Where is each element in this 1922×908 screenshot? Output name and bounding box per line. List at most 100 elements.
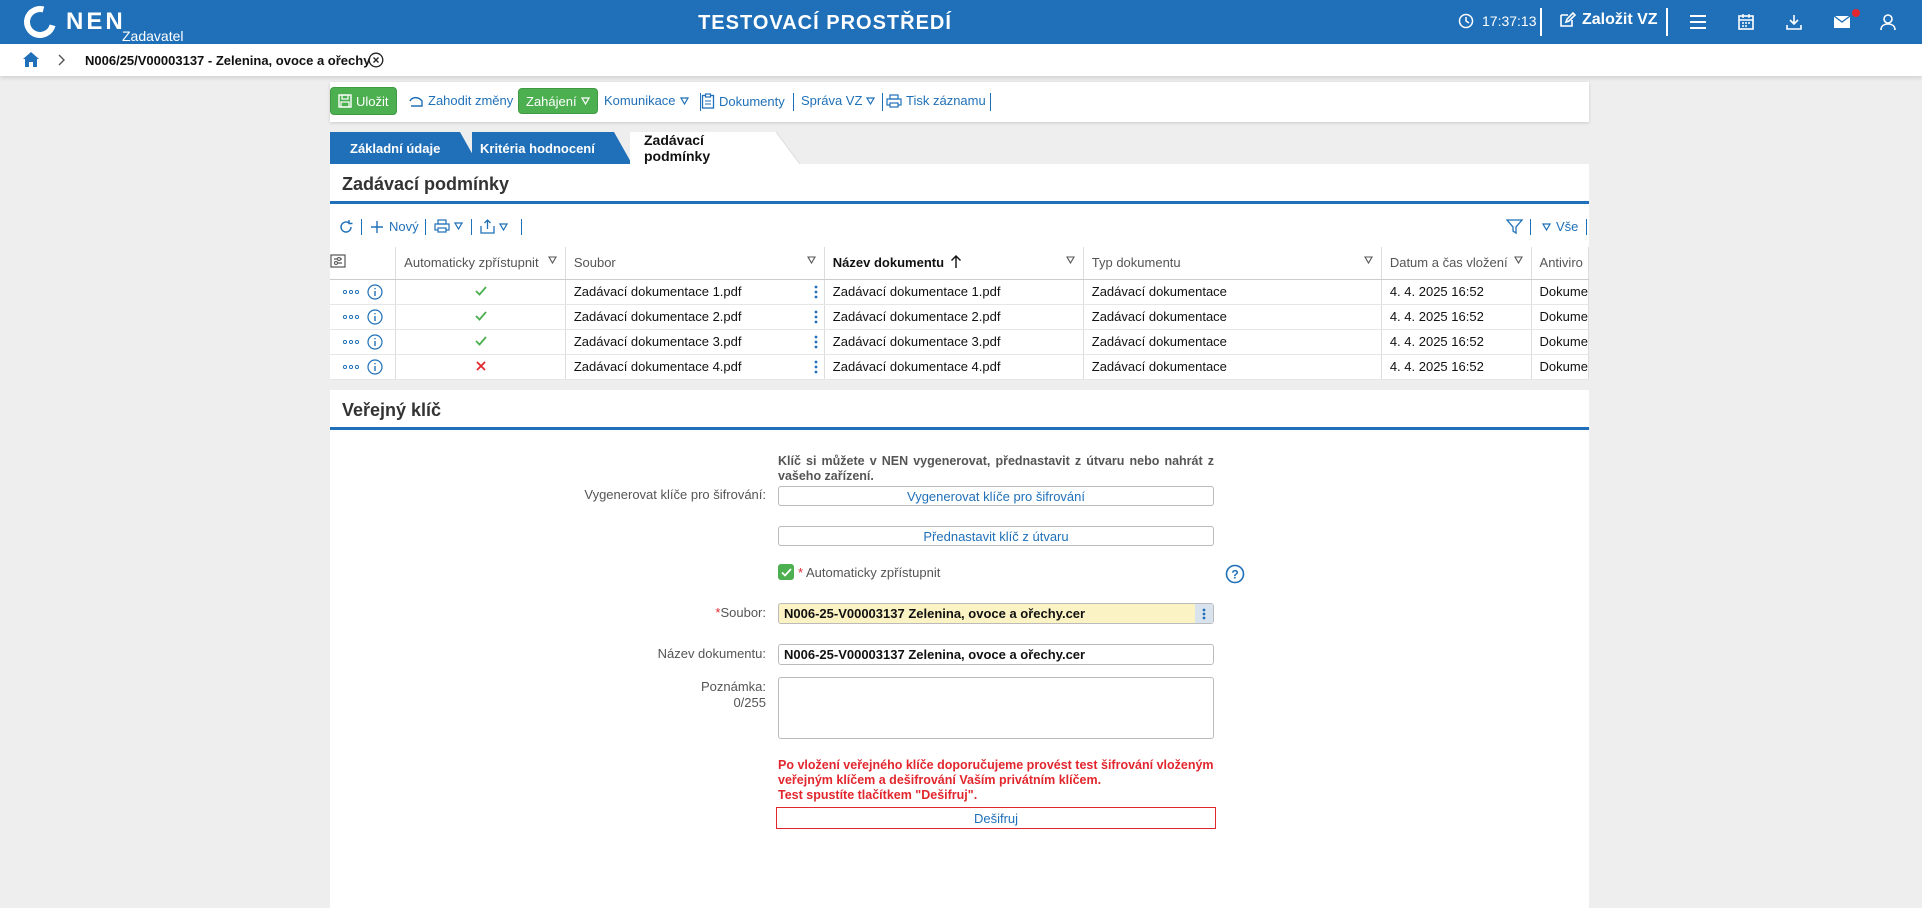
cell-menu-icon[interactable] xyxy=(814,310,818,324)
column-header-doc-name[interactable]: Název dokumentu xyxy=(824,247,1084,280)
document-name-cell: Zadávací dokumentace 3.pdf xyxy=(824,329,1084,355)
close-icon[interactable] xyxy=(368,52,384,71)
more-actions-icon[interactable] xyxy=(342,314,359,319)
filter-icon[interactable] xyxy=(1506,219,1523,235)
calendar-icon[interactable] xyxy=(1736,12,1756,32)
share-icon xyxy=(480,219,495,234)
more-actions-icon[interactable] xyxy=(342,289,359,294)
generate-keys-button[interactable]: Vygenerovat klíče pro šifrování xyxy=(778,486,1214,506)
cell-menu-icon[interactable] xyxy=(814,360,818,374)
info-icon[interactable] xyxy=(366,358,383,375)
caret-down-icon xyxy=(679,96,689,105)
save-label: Uložit xyxy=(356,93,389,109)
breadcrumb-current[interactable]: N006/25/V00003137 - Zelenina, ovoce a oř… xyxy=(85,53,370,68)
create-tender-label: Založit VZ xyxy=(1582,11,1658,28)
row-actions xyxy=(330,279,397,305)
document-name-cell: Zadávací dokumentace 4.pdf xyxy=(824,354,1084,380)
print-record-button[interactable]: Tisk záznamu xyxy=(886,93,986,108)
column-settings-icon xyxy=(330,254,346,268)
caret-down-icon xyxy=(1542,222,1551,231)
table-row[interactable]: Zadávací dokumentace 4.pdf Zadávací dokum… xyxy=(330,354,1590,380)
antivirus-cell: Dokume xyxy=(1531,304,1590,330)
clock-time: 17:37:13 xyxy=(1482,13,1537,29)
top-bar: NEN Zadavatel TESTOVACÍ PROSTŘEDÍ 17:37:… xyxy=(0,0,1922,44)
date-cell: 4. 4. 2025 16:52 xyxy=(1381,304,1532,330)
file-cell[interactable]: Zadávací dokumentace 4.pdf xyxy=(565,354,825,380)
section-heading: Zadávací podmínky xyxy=(330,164,1589,204)
info-icon[interactable] xyxy=(366,283,383,300)
documents-button[interactable]: Dokumenty xyxy=(701,93,785,109)
management-dropdown[interactable]: Správa VZ xyxy=(801,93,879,108)
refresh-icon[interactable] xyxy=(338,219,354,235)
column-filter-icon[interactable] xyxy=(1065,256,1075,264)
more-actions-icon[interactable] xyxy=(342,339,359,344)
plus-icon xyxy=(371,220,383,233)
tab-basic-data[interactable]: Základní údaje xyxy=(330,132,460,164)
column-header-antivirus[interactable]: Antiviro xyxy=(1531,247,1590,280)
column-filter-icon[interactable] xyxy=(1363,256,1373,264)
more-actions-icon[interactable] xyxy=(342,364,359,369)
info-icon[interactable] xyxy=(366,308,383,325)
row-actions xyxy=(330,329,397,355)
new-record-button[interactable]: Nový xyxy=(370,219,419,234)
file-menu-icon[interactable] xyxy=(1195,604,1213,623)
generate-keys-label: Vygenerovat klíče pro šifrování: xyxy=(584,487,766,502)
table-row[interactable]: Zadávací dokumentace 3.pdf Zadávací dokum… xyxy=(330,329,1590,355)
file-field[interactable]: N006-25-V00003137 Zelenina, ovoce a ořec… xyxy=(778,603,1214,624)
help-icon[interactable]: ? xyxy=(1225,564,1245,587)
cell-menu-icon[interactable] xyxy=(814,285,818,299)
communication-dropdown[interactable]: Komunikace xyxy=(604,93,693,108)
check-icon xyxy=(474,286,487,296)
filter-all-dropdown[interactable]: Vše xyxy=(1542,219,1578,234)
user-icon[interactable] xyxy=(1878,12,1898,32)
file-cell[interactable]: Zadávací dokumentace 3.pdf xyxy=(565,329,825,355)
print-dropdown[interactable] xyxy=(434,219,463,233)
export-dropdown[interactable] xyxy=(480,219,508,234)
document-name-field[interactable]: N006-25-V00003137 Zelenina, ovoce a ořec… xyxy=(778,644,1214,665)
grid-toolbar-divider xyxy=(361,219,362,235)
note-textarea[interactable] xyxy=(778,677,1214,739)
public-key-section: Veřejný klíč Klíč si můžete v NEN vygene… xyxy=(330,390,1589,908)
column-header-file[interactable]: Soubor xyxy=(565,247,825,280)
grid-toolbar-divider xyxy=(471,219,472,235)
file-cell[interactable]: Zadávací dokumentace 1.pdf xyxy=(565,279,825,305)
grid-toolbar-divider xyxy=(521,219,522,235)
start-dropdown-button[interactable]: Zahájení xyxy=(518,88,598,114)
tab-tender-conditions[interactable]: Zadávací podmínky xyxy=(630,132,770,164)
section-heading: Veřejný klíč xyxy=(330,390,1589,430)
auto-publish-checkbox[interactable] xyxy=(778,564,794,580)
breadcrumb: N006/25/V00003137 - Zelenina, ovoce a oř… xyxy=(0,44,1922,76)
discard-changes-button[interactable]: Zahodit změny xyxy=(408,93,513,108)
column-header-date[interactable]: Datum a čas vložení xyxy=(1381,247,1532,280)
tab-evaluation-criteria[interactable]: Kritéria hodnocení xyxy=(472,132,612,164)
document-type-cell: Zadávací dokumentace xyxy=(1083,329,1382,355)
tender-conditions-section: Zadávací podmínky Nový Vše Automaticky z… xyxy=(330,164,1590,380)
note-counter: 0/255 xyxy=(733,695,766,710)
preset-key-button[interactable]: Přednastavit klíč z útvaru xyxy=(778,526,1214,546)
cell-menu-icon[interactable] xyxy=(814,335,818,349)
toolbar-divider xyxy=(882,93,883,111)
column-filter-icon[interactable] xyxy=(1513,256,1523,264)
decrypt-warning: Po vložení veřejného klíče doporučujeme … xyxy=(778,758,1214,802)
home-icon[interactable] xyxy=(22,51,40,71)
auto-publish-label: * Automaticky zpřístupnit xyxy=(798,565,941,580)
file-cell[interactable]: Zadávací dokumentace 2.pdf xyxy=(565,304,825,330)
info-icon[interactable] xyxy=(366,333,383,350)
menu-icon[interactable] xyxy=(1688,12,1708,32)
column-header-auto[interactable]: Automaticky zpřístupnit xyxy=(395,247,566,280)
save-button[interactable]: Uložit xyxy=(330,87,397,115)
mail-icon[interactable] xyxy=(1832,12,1852,32)
table-row[interactable]: Zadávací dokumentace 1.pdf Zadávací dokum… xyxy=(330,279,1590,305)
toolbar-divider xyxy=(793,93,794,111)
column-filter-icon[interactable] xyxy=(806,256,816,264)
session-clock: 17:37:13 xyxy=(1458,13,1537,29)
download-icon[interactable] xyxy=(1784,12,1804,32)
checkmark-icon xyxy=(780,567,792,577)
decrypt-button[interactable]: Dešifruj xyxy=(776,807,1216,829)
table-row[interactable]: Zadávací dokumentace 2.pdf Zadávací dokum… xyxy=(330,304,1590,330)
toolbar-divider xyxy=(990,93,991,111)
create-tender-button[interactable]: Založit VZ xyxy=(1558,11,1658,29)
column-header-doc-type[interactable]: Typ dokumentu xyxy=(1083,247,1382,280)
column-settings-header[interactable] xyxy=(330,247,397,280)
column-filter-icon[interactable] xyxy=(547,256,557,264)
